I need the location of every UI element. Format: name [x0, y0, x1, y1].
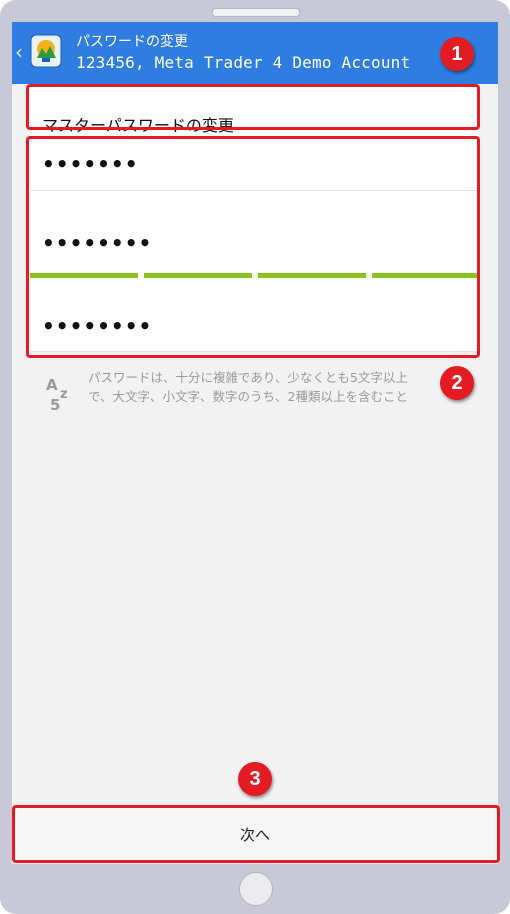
- password-hint-text: パスワードは、十分に複雑であり、少なくとも5文字以上 で、大文字、小文字、数字の…: [88, 368, 468, 406]
- svg-text:z: z: [60, 387, 68, 402]
- hint-line: パスワードは、十分に複雑であり、少なくとも5文字以上: [88, 370, 408, 385]
- phone-frame: ‹ パスワードの変更 123456, Meta Trader 4 Demo Ac…: [0, 0, 510, 914]
- top-bar: ‹ パスワードの変更 123456, Meta Trader 4 Demo Ac…: [12, 22, 498, 84]
- svg-text:5: 5: [50, 396, 60, 414]
- svg-text:A: A: [46, 376, 58, 394]
- phone-speaker: [212, 8, 300, 17]
- home-button[interactable]: [239, 872, 273, 906]
- metatrader-logo-icon: [30, 34, 62, 68]
- hint-line: で、大文字、小文字、数字のうち、2種類以上を含むこと: [88, 389, 408, 404]
- annotation-badge-1: 1: [440, 37, 474, 71]
- annotation-frame-section-title: [26, 84, 480, 130]
- back-chevron-icon[interactable]: ‹: [15, 40, 23, 64]
- account-subtitle: 123456, Meta Trader 4 Demo Account: [76, 53, 411, 72]
- az5-hint-icon: A z 5: [46, 376, 68, 414]
- annotation-badge-3: 3: [238, 762, 272, 796]
- annotation-frame-password-fields: [26, 136, 480, 358]
- annotation-badge-2: 2: [440, 366, 474, 400]
- page-title: パスワードの変更: [76, 34, 188, 50]
- annotation-frame-next-button: [12, 805, 500, 863]
